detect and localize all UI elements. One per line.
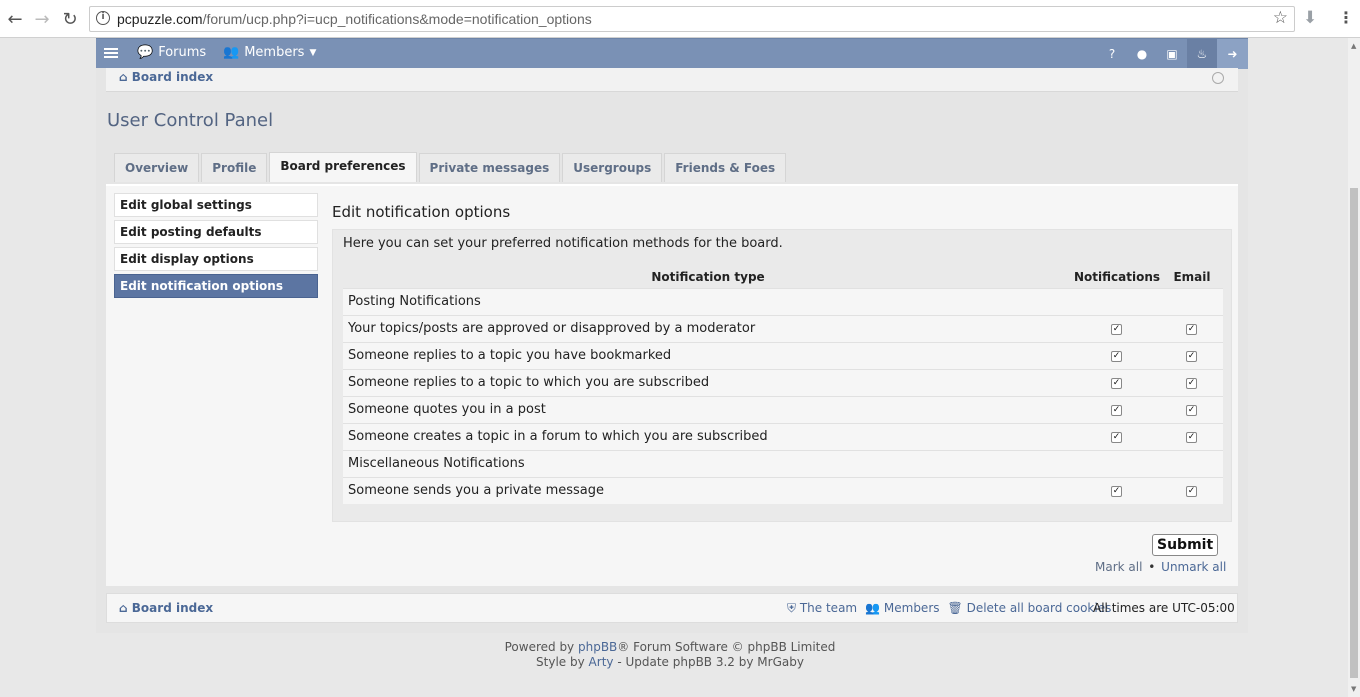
- notification-rows: Posting Notifications Your topics/posts …: [343, 288, 1223, 504]
- hamburger-menu-icon[interactable]: [104, 46, 118, 60]
- notifications-checkbox[interactable]: ✓: [1111, 378, 1122, 389]
- logout-icon[interactable]: ➜: [1217, 39, 1248, 69]
- notifications-checkbox[interactable]: ✓: [1111, 486, 1122, 497]
- clock-icon: [1212, 72, 1224, 84]
- tab-profile[interactable]: Profile: [201, 153, 268, 182]
- ucp-tabs: Overview Profile Board preferences Priva…: [114, 152, 787, 182]
- ucp-panel: Edit global settings Edit posting defaul…: [106, 184, 1238, 586]
- trash-icon: 🗑: [947, 601, 963, 615]
- the-team-link[interactable]: ⛨ The team: [787, 601, 857, 616]
- chevron-down-icon: ▼: [309, 47, 317, 58]
- email-checkbox[interactable]: ✓: [1186, 324, 1197, 335]
- scroll-down-icon[interactable]: ▼: [1351, 685, 1356, 693]
- tab-overview[interactable]: Overview: [114, 153, 200, 182]
- phpbb-link[interactable]: phpBB: [578, 640, 617, 654]
- email-checkbox[interactable]: ✓: [1186, 378, 1197, 389]
- notifications-checkbox[interactable]: ✓: [1111, 324, 1122, 335]
- reload-icon[interactable]: ↻: [60, 9, 80, 30]
- page-title: User Control Panel: [107, 110, 274, 131]
- help-icon[interactable]: ?: [1105, 47, 1119, 61]
- browser-menu-icon[interactable]: ⋮: [1338, 8, 1354, 27]
- timezone-text: All times are UTC-05:00: [1093, 601, 1235, 615]
- download-icon[interactable]: ⬇: [1303, 8, 1317, 28]
- table-row: Someone quotes you in a post ✓ ✓: [343, 396, 1223, 423]
- scroll-up-icon[interactable]: ▲: [1351, 42, 1356, 50]
- side-item-display-options[interactable]: Edit display options: [114, 247, 318, 271]
- col-email: Email: [1173, 270, 1211, 284]
- submit-button[interactable]: Submit: [1152, 534, 1219, 556]
- side-item-posting-defaults[interactable]: Edit posting defaults: [114, 220, 318, 244]
- email-checkbox[interactable]: ✓: [1186, 351, 1197, 362]
- home-icon: ⌂: [119, 601, 128, 615]
- page-scrollbar[interactable]: ▲ ▼: [1348, 38, 1360, 697]
- section-posting: Posting Notifications: [343, 288, 1223, 315]
- mark-links: Mark all • Unmark all: [1095, 560, 1227, 574]
- col-notification-type: Notification type: [651, 270, 765, 284]
- unmark-all-link[interactable]: Unmark all: [1161, 560, 1226, 574]
- speech-bubble-icon: 💬: [137, 45, 154, 60]
- arty-link[interactable]: Arty: [589, 655, 614, 669]
- users-icon: 👥: [865, 601, 881, 615]
- col-notifications: Notifications: [1073, 270, 1161, 284]
- section-miscellaneous: Miscellaneous Notifications: [343, 450, 1223, 477]
- footer-members-link[interactable]: 👥 Members: [865, 601, 939, 616]
- forums-link[interactable]: 💬 Forums: [137, 45, 206, 60]
- browser-toolbar: ← → ↻ i pcpuzzle.com/forum/ucp.php?i=ucp…: [0, 0, 1360, 38]
- board-index-link[interactable]: ⌂ Board index: [119, 70, 213, 84]
- table-row: Someone creates a topic in a forum to wh…: [343, 423, 1223, 450]
- email-checkbox[interactable]: ✓: [1186, 432, 1197, 443]
- notifications-bell-icon[interactable]: ♨: [1187, 39, 1217, 69]
- bookmark-star-icon[interactable]: ☆: [1273, 8, 1288, 28]
- users-icon: 👥: [223, 45, 240, 60]
- notification-box: Here you can set your preferred notifica…: [332, 229, 1232, 522]
- tab-private-messages[interactable]: Private messages: [418, 153, 561, 182]
- table-row: Someone replies to a topic you have book…: [343, 342, 1223, 369]
- table-row: Someone sends you a private message ✓ ✓: [343, 477, 1223, 504]
- footer-board-index-link[interactable]: ⌂ Board index: [119, 601, 213, 615]
- delete-cookies-link[interactable]: 🗑 Delete all board cookies: [948, 601, 1112, 616]
- intro-text: Here you can set your preferred notifica…: [343, 236, 783, 251]
- footer-bar: ⌂ Board index ⛨ The team 👥 Members 🗑 Del…: [106, 593, 1238, 623]
- tab-friends-foes[interactable]: Friends & Foes: [664, 153, 787, 182]
- forum-navbar: 💬 Forums 👥 Members ▼ ? ● ▣ ♨ ➜: [96, 38, 1248, 69]
- email-checkbox[interactable]: ✓: [1186, 486, 1197, 497]
- notification-content: Edit notification options Here you can s…: [332, 193, 1232, 522]
- url-text: pcpuzzle.com/forum/ucp.php?i=ucp_notific…: [117, 11, 592, 27]
- footer-links: ⛨ The team 👥 Members 🗑 Delete all board …: [787, 601, 1111, 616]
- powered-by: Powered by phpBB® Forum Software © phpBB…: [504, 640, 836, 669]
- scrollbar-thumb[interactable]: [1350, 188, 1358, 678]
- tab-usergroups[interactable]: Usergroups: [562, 153, 663, 182]
- table-row: Your topics/posts are approved or disapp…: [343, 315, 1223, 342]
- forum-wrap: 💬 Forums 👥 Members ▼ ? ● ▣ ♨ ➜ ⌂ Board i…: [96, 38, 1248, 633]
- side-item-global-settings[interactable]: Edit global settings: [114, 193, 318, 217]
- table-row: Someone replies to a topic to which you …: [343, 369, 1223, 396]
- address-bar[interactable]: i pcpuzzle.com/forum/ucp.php?i=ucp_notif…: [89, 6, 1295, 32]
- forward-arrow-icon[interactable]: →: [32, 9, 52, 30]
- table-header: Notification type Notifications Email: [343, 270, 1223, 288]
- notifications-checkbox[interactable]: ✓: [1111, 351, 1122, 362]
- side-item-notification-options[interactable]: Edit notification options: [114, 274, 318, 298]
- inbox-icon[interactable]: ▣: [1165, 47, 1179, 61]
- back-arrow-icon[interactable]: ←: [5, 9, 25, 30]
- ucp-side-menu: Edit global settings Edit posting defaul…: [114, 193, 318, 301]
- breadcrumb: ⌂ Board index: [106, 68, 1238, 92]
- tab-board-preferences[interactable]: Board preferences: [269, 152, 417, 182]
- email-checkbox[interactable]: ✓: [1186, 405, 1197, 416]
- content-heading: Edit notification options: [332, 203, 511, 221]
- user-profile-icon[interactable]: ●: [1135, 47, 1149, 61]
- members-menu[interactable]: 👥 Members ▼: [223, 45, 316, 60]
- shield-icon: ⛨: [787, 601, 797, 615]
- mark-all-link[interactable]: Mark all: [1095, 560, 1142, 574]
- notifications-checkbox[interactable]: ✓: [1111, 432, 1122, 443]
- notifications-checkbox[interactable]: ✓: [1111, 405, 1122, 416]
- site-info-icon[interactable]: i: [96, 11, 110, 25]
- home-icon: ⌂: [119, 70, 128, 84]
